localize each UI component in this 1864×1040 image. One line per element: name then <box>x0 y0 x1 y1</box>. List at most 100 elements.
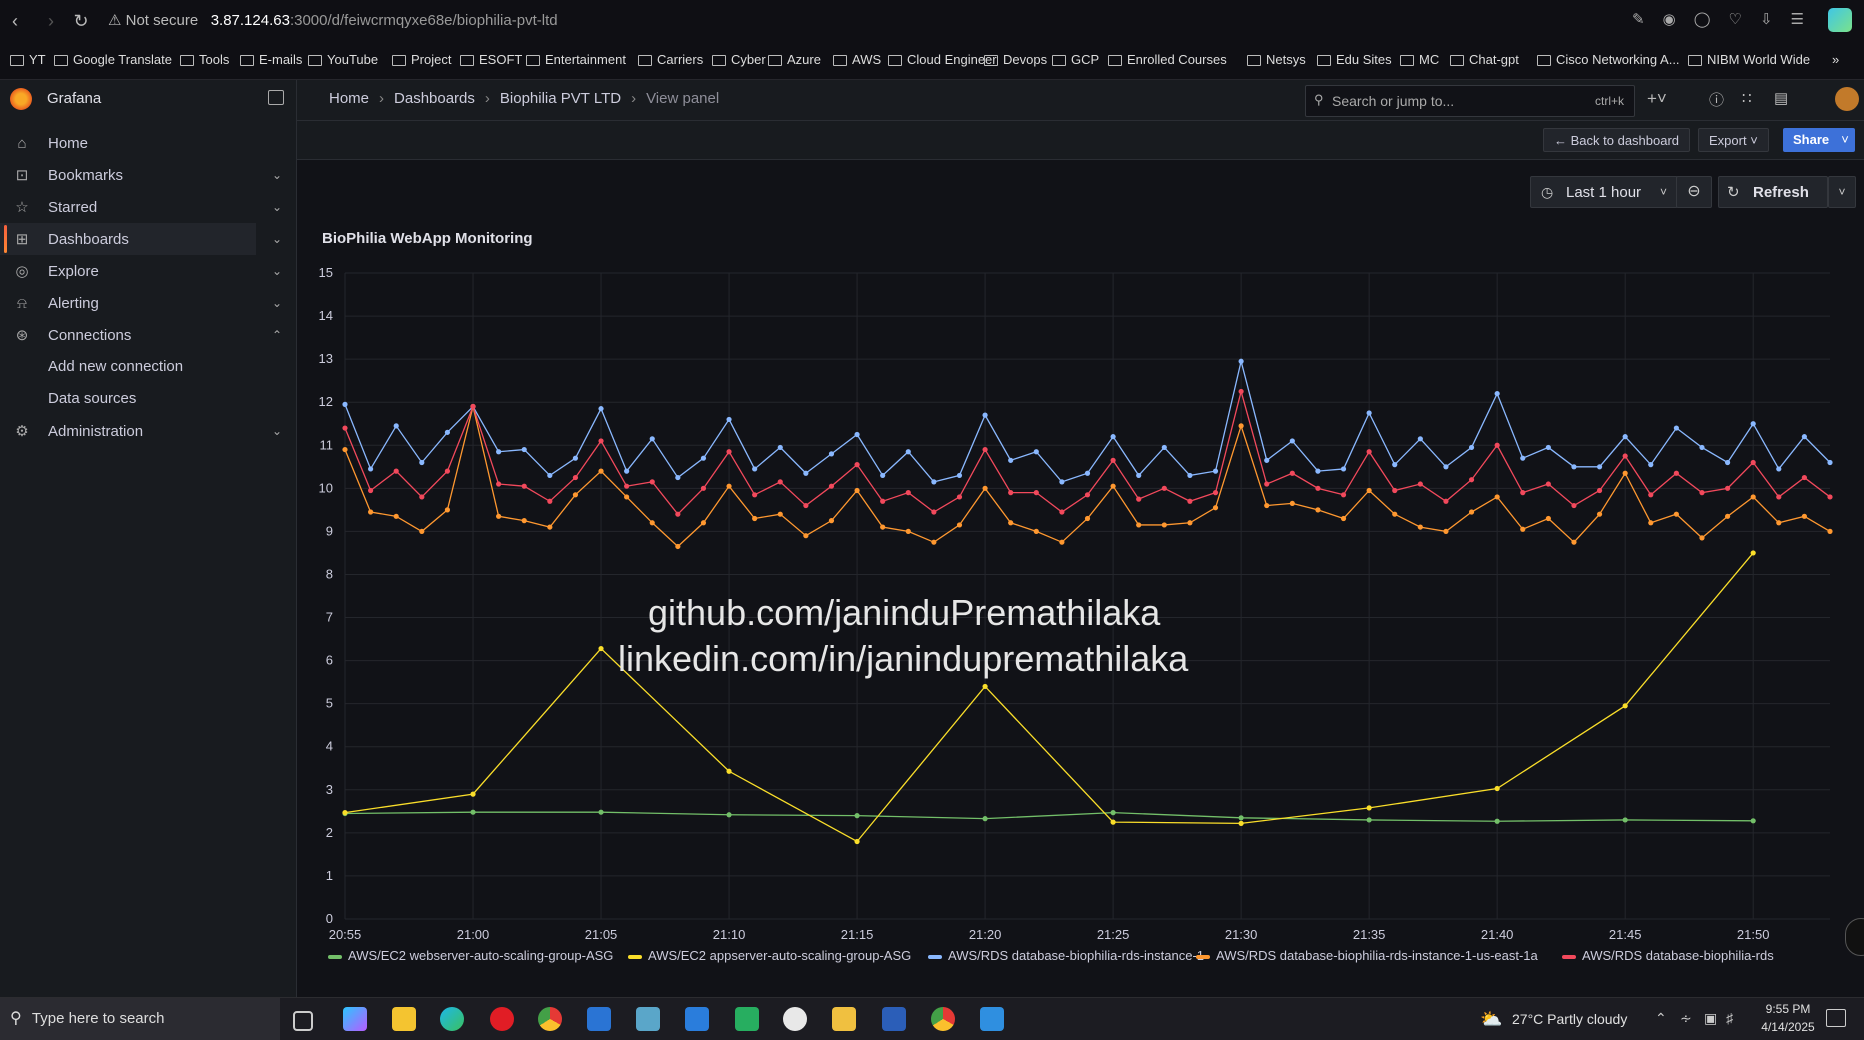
data-point[interactable] <box>1648 462 1654 468</box>
bookmark-item[interactable]: Netsys <box>1247 41 1306 79</box>
sidebar-item-starred[interactable]: ☆ Starred ⌄ <box>0 191 296 223</box>
data-point[interactable] <box>1545 444 1551 451</box>
chevron-up-icon[interactable]: ⌃ <box>272 328 282 342</box>
data-point[interactable] <box>1699 490 1705 496</box>
data-point[interactable] <box>1622 470 1628 476</box>
data-point[interactable] <box>905 528 911 534</box>
data-point[interactable] <box>752 515 758 522</box>
news-icon[interactable]: ▤ <box>1774 89 1788 107</box>
search-input[interactable]: ⚲ Search or jump to... ctrl+k <box>1305 85 1635 117</box>
data-point[interactable] <box>1289 470 1295 476</box>
data-point[interactable] <box>1724 513 1731 519</box>
data-point[interactable] <box>1110 819 1116 825</box>
data-point[interactable] <box>1366 817 1372 823</box>
data-point[interactable] <box>1801 474 1807 481</box>
download-icon[interactable]: ⇩ <box>1760 10 1773 28</box>
data-point[interactable] <box>803 502 809 509</box>
sidebar-item-dashboards[interactable]: ⊞ Dashboards ⌄ <box>0 223 282 255</box>
data-point[interactable] <box>1545 481 1551 487</box>
data-point[interactable] <box>1417 436 1423 442</box>
breadcrumb-dashboard[interactable]: Biophilia PVT LTD <box>500 90 621 107</box>
data-point[interactable] <box>470 809 476 815</box>
data-point[interactable] <box>1059 509 1065 515</box>
data-point[interactable] <box>342 401 348 407</box>
data-point[interactable] <box>1392 462 1398 468</box>
task-view-icon[interactable] <box>293 1011 313 1031</box>
data-point[interactable] <box>1315 507 1321 513</box>
bookmark-item[interactable]: MC <box>1400 41 1439 79</box>
data-point[interactable] <box>572 455 579 461</box>
data-point[interactable] <box>1648 492 1654 498</box>
series-line[interactable] <box>344 811 1754 822</box>
data-point[interactable] <box>1084 515 1091 522</box>
data-point[interactable] <box>880 472 886 479</box>
data-point[interactable] <box>982 412 988 418</box>
data-point[interactable] <box>342 425 348 431</box>
heart-icon[interactable]: ♡ <box>1729 10 1742 28</box>
data-point[interactable] <box>1315 468 1321 474</box>
data-point[interactable] <box>1340 492 1347 498</box>
bookmark-item[interactable]: Cisco Networking A... <box>1537 41 1680 79</box>
more-bookmarks-icon[interactable]: » <box>1832 41 1839 79</box>
data-point[interactable] <box>1571 539 1577 545</box>
data-point[interactable] <box>547 524 553 530</box>
data-point[interactable] <box>854 813 860 819</box>
data-point[interactable] <box>726 416 732 423</box>
data-point[interactable] <box>1289 438 1295 444</box>
data-point[interactable] <box>1801 513 1807 519</box>
data-point[interactable] <box>1750 421 1756 427</box>
sidebar-item-home[interactable]: ⌂ Home <box>0 127 296 159</box>
bookmark-item[interactable]: Carriers <box>638 41 703 79</box>
data-point[interactable] <box>1212 468 1219 474</box>
bookmark-item[interactable]: Edu Sites <box>1317 41 1392 79</box>
data-point[interactable] <box>931 479 937 485</box>
time-range-picker[interactable]: ◷ Last 1 hour ˅ <box>1530 176 1678 208</box>
data-point[interactable] <box>1494 818 1500 824</box>
series-line[interactable] <box>344 361 1831 483</box>
data-point[interactable] <box>752 492 758 498</box>
copilot-icon[interactable] <box>343 1007 367 1031</box>
user-avatar[interactable] <box>1835 87 1859 111</box>
data-point[interactable] <box>1187 520 1193 526</box>
data-point[interactable] <box>1648 520 1654 526</box>
data-point[interactable] <box>854 462 860 468</box>
data-point[interactable] <box>1110 457 1116 463</box>
data-point[interactable] <box>1289 500 1295 507</box>
collapse-handle[interactable] <box>1845 918 1864 956</box>
data-point[interactable] <box>1264 481 1270 487</box>
data-point[interactable] <box>1161 444 1167 451</box>
bookmark-item[interactable]: Chat-gpt <box>1450 41 1519 79</box>
sidebar-item-connections[interactable]: ⊛ Connections ⌃ <box>0 319 296 351</box>
data-point[interactable] <box>854 838 860 845</box>
bookmark-item[interactable]: Azure <box>768 41 821 79</box>
data-point[interactable] <box>1033 528 1039 534</box>
data-point[interactable] <box>726 483 732 489</box>
data-point[interactable] <box>1750 818 1756 824</box>
data-point[interactable] <box>1136 472 1142 479</box>
legend-item[interactable]: AWS/EC2 appserver-auto-scaling-group-ASG <box>648 948 911 963</box>
profile-avatar[interactable] <box>1828 8 1852 32</box>
bookmark-item[interactable]: Cyber <box>712 41 766 79</box>
data-point[interactable] <box>1827 494 1833 500</box>
reload-icon[interactable]: ↻ <box>68 8 94 34</box>
data-point[interactable] <box>547 498 553 504</box>
data-point[interactable] <box>675 474 681 481</box>
data-point[interactable] <box>726 768 732 774</box>
taskbar-search[interactable]: ⚲ Type here to search <box>0 998 280 1040</box>
data-point[interactable] <box>444 468 451 474</box>
sidebar-item-administration[interactable]: ⚙ Administration ⌄ <box>0 415 296 447</box>
data-point[interactable] <box>368 509 374 515</box>
data-point[interactable] <box>1187 498 1193 504</box>
data-point[interactable] <box>675 543 681 550</box>
sidebar-item-data-sources[interactable]: Data sources <box>48 383 136 415</box>
data-point[interactable] <box>1801 434 1807 440</box>
data-point[interactable] <box>1161 522 1167 528</box>
data-point[interactable] <box>521 483 527 489</box>
share-dropdown-button[interactable]: ˅ <box>1835 128 1855 152</box>
data-point[interactable] <box>1084 470 1091 476</box>
data-point[interactable] <box>700 520 707 526</box>
data-point[interactable] <box>1750 494 1756 500</box>
data-point[interactable] <box>905 490 911 496</box>
data-point[interactable] <box>1596 511 1603 517</box>
data-point[interactable] <box>1417 481 1423 487</box>
